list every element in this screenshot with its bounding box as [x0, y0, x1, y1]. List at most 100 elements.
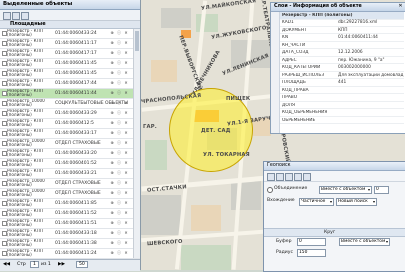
- zoom-to-icon[interactable]: ⊕: [110, 181, 114, 185]
- export-icon[interactable]: [21, 12, 29, 20]
- remove-icon[interactable]: ✕: [124, 201, 128, 205]
- list-item[interactable]: Резервстр - КПП (полигоны) 01:44:0060411:…: [0, 89, 140, 99]
- circle-section-header[interactable]: Круг: [264, 228, 405, 237]
- dialog-title-bar[interactable]: Геопоиск: [264, 162, 405, 171]
- info-icon[interactable]: ⓘ: [117, 231, 121, 235]
- zoom-to-icon[interactable]: ⊕: [110, 121, 114, 125]
- remove-icon[interactable]: ✕: [124, 91, 128, 95]
- select-all-icon[interactable]: [3, 12, 11, 20]
- list-item[interactable]: Резервстр - КПП (полигоны) 01:44:0060411:…: [0, 39, 140, 49]
- search-mode-select[interactable]: Новый поиск: [336, 198, 377, 206]
- buffer-input[interactable]: 0: [297, 238, 326, 246]
- zoom-to-icon[interactable]: ⊕: [110, 71, 114, 75]
- zoom-to-icon[interactable]: ⊕: [110, 81, 114, 85]
- pager-page-input[interactable]: 1: [30, 261, 39, 268]
- list-item[interactable]: Резервстр - КПП (полигоны) 01:44:0060433:…: [0, 149, 140, 159]
- zoom-to-icon[interactable]: ⊕: [110, 51, 114, 55]
- list-item[interactable]: Резервстр_10000 (полигоны) ОТДЕЛ СТРАХОВЫ…: [0, 139, 140, 149]
- remove-icon[interactable]: ✕: [124, 61, 128, 65]
- zoom-to-icon[interactable]: ⊕: [110, 231, 114, 235]
- info-icon[interactable]: ⓘ: [117, 201, 121, 205]
- remove-icon[interactable]: ✕: [124, 51, 128, 55]
- list-item[interactable]: Резервстр - КПП (полигоны) 01:44:0060411:…: [0, 219, 140, 229]
- info-window-title-bar[interactable]: Слои - Информация об объекте ✕: [271, 3, 405, 12]
- close-icon[interactable]: ✕: [398, 4, 403, 9]
- list-item[interactable]: Резервстр_10000 (полигоны) ОТДЕЛ СТРАХОВЫ…: [0, 179, 140, 189]
- radius-input[interactable]: 150: [297, 249, 326, 257]
- list-item[interactable]: Резервстр - КПП (полигоны) 01:44:0060411:…: [0, 249, 140, 259]
- list-item[interactable]: Резервстр - КПП (полигоны) 01:44:0060433:…: [0, 169, 140, 179]
- remove-icon[interactable]: ✕: [124, 241, 128, 245]
- info-icon[interactable]: ⓘ: [117, 211, 121, 215]
- polygon-tool-icon[interactable]: [285, 173, 293, 181]
- info-icon[interactable]: ⓘ: [117, 151, 121, 155]
- zoom-to-icon[interactable]: ⊕: [110, 161, 114, 165]
- info-icon[interactable]: ⓘ: [117, 101, 121, 105]
- zoom-to-icon[interactable]: ⊕: [110, 41, 114, 45]
- info-icon[interactable]: ⓘ: [117, 141, 121, 145]
- remove-icon[interactable]: ✕: [124, 211, 128, 215]
- zoom-to-icon[interactable]: ⊕: [110, 191, 114, 195]
- remove-icon[interactable]: ✕: [124, 221, 128, 225]
- info-icon[interactable]: ⓘ: [117, 251, 121, 255]
- remove-icon[interactable]: ✕: [124, 171, 128, 175]
- remove-icon[interactable]: ✕: [124, 251, 128, 255]
- list-item[interactable]: Резервстр - КПП (полигоны) 01:44:0060417:…: [0, 49, 140, 59]
- info-icon[interactable]: ⓘ: [117, 241, 121, 245]
- list-item[interactable]: Резервстр - КПП (полигоны) 01:44:0060411:…: [0, 69, 140, 79]
- zoom-to-icon[interactable]: ⊕: [110, 151, 114, 155]
- list-item[interactable]: Резервстр_10000 (полигоны) ОТДЕЛ СТРАХОВЫ…: [0, 189, 140, 199]
- list-item[interactable]: Резервстр - КПП (полигоны) 01:44:0060411:…: [0, 199, 140, 209]
- remove-icon[interactable]: ✕: [124, 151, 128, 155]
- search-icon[interactable]: [303, 173, 311, 181]
- remove-icon[interactable]: ✕: [124, 71, 128, 75]
- zoom-to-icon[interactable]: ⊕: [110, 31, 114, 35]
- info-icon[interactable]: ⓘ: [117, 111, 121, 115]
- zoom-to-icon[interactable]: ⊕: [110, 91, 114, 95]
- per-page-select[interactable]: 50: [76, 261, 88, 268]
- zoom-to-icon[interactable]: ⊕: [110, 201, 114, 205]
- remove-icon[interactable]: ✕: [124, 161, 128, 165]
- info-icon[interactable]: ⓘ: [117, 191, 121, 195]
- zoom-to-icon[interactable]: ⊕: [110, 211, 114, 215]
- pager-next-button[interactable]: ▶▶: [58, 262, 65, 267]
- zoom-to-icon[interactable]: ⊕: [110, 131, 114, 135]
- remove-icon[interactable]: ✕: [124, 141, 128, 145]
- info-icon[interactable]: ⓘ: [117, 131, 121, 135]
- circle-tool-icon[interactable]: [294, 173, 302, 181]
- remove-icon[interactable]: ✕: [124, 111, 128, 115]
- info-icon[interactable]: ⓘ: [117, 61, 121, 65]
- point-tool-icon[interactable]: [267, 173, 275, 181]
- info-icon[interactable]: ⓘ: [117, 161, 121, 165]
- line-tool-icon[interactable]: [276, 173, 284, 181]
- remove-icon[interactable]: ✕: [124, 131, 128, 135]
- zoom-to-icon[interactable]: ⊕: [110, 101, 114, 105]
- list-item[interactable]: Резервстр_10000 (полигоны) СОЦКУЛЬТБЫТОВЫ…: [0, 99, 140, 109]
- pager-prev-button[interactable]: ◀◀: [3, 262, 10, 267]
- clear-selection-icon[interactable]: [12, 12, 20, 20]
- remove-icon[interactable]: ✕: [124, 31, 128, 35]
- list-item[interactable]: Резервстр - КПП (полигоны) 01:44:0060401:…: [0, 159, 140, 169]
- zoom-to-icon[interactable]: ⊕: [110, 171, 114, 175]
- zoom-to-icon[interactable]: ⊕: [110, 141, 114, 145]
- remove-icon[interactable]: ✕: [124, 121, 128, 125]
- zoom-to-icon[interactable]: ⊕: [110, 221, 114, 225]
- info-icon[interactable]: ⓘ: [117, 31, 121, 35]
- remove-icon[interactable]: ✕: [124, 191, 128, 195]
- list-item[interactable]: Резервстр - КПП (полигоны) 01:44:0060411:…: [0, 59, 140, 69]
- list-header[interactable]: Площадные: [0, 21, 140, 29]
- list-item[interactable]: Резервстр - КПП (полигоны) 01:44:0060412:…: [0, 119, 140, 129]
- list-item[interactable]: Резервстр - КПП (полигоны) 01:44:0060433:…: [0, 229, 140, 239]
- union-mode-select[interactable]: Вместе с объектом: [319, 186, 372, 194]
- scroll-thumb[interactable]: [135, 31, 139, 51]
- remove-icon[interactable]: ✕: [124, 81, 128, 85]
- list-item[interactable]: Резервстр - КПП (полигоны) 01:44:0060433:…: [0, 109, 140, 119]
- list-item[interactable]: Резервстр - КПП (полигоны) 01:44:0060433:…: [0, 29, 140, 39]
- list-scrollbar[interactable]: [133, 29, 140, 258]
- info-icon[interactable]: ⓘ: [117, 181, 121, 185]
- zoom-to-icon[interactable]: ⊕: [110, 241, 114, 245]
- info-icon[interactable]: ⓘ: [117, 91, 121, 95]
- list-item[interactable]: Резервстр - КПП (полигоны) 01:44:0060411:…: [0, 209, 140, 219]
- list-item[interactable]: Резервстр - КПП (полигоны) 01:44:0060411:…: [0, 239, 140, 249]
- union-count-input[interactable]: 0: [374, 186, 389, 194]
